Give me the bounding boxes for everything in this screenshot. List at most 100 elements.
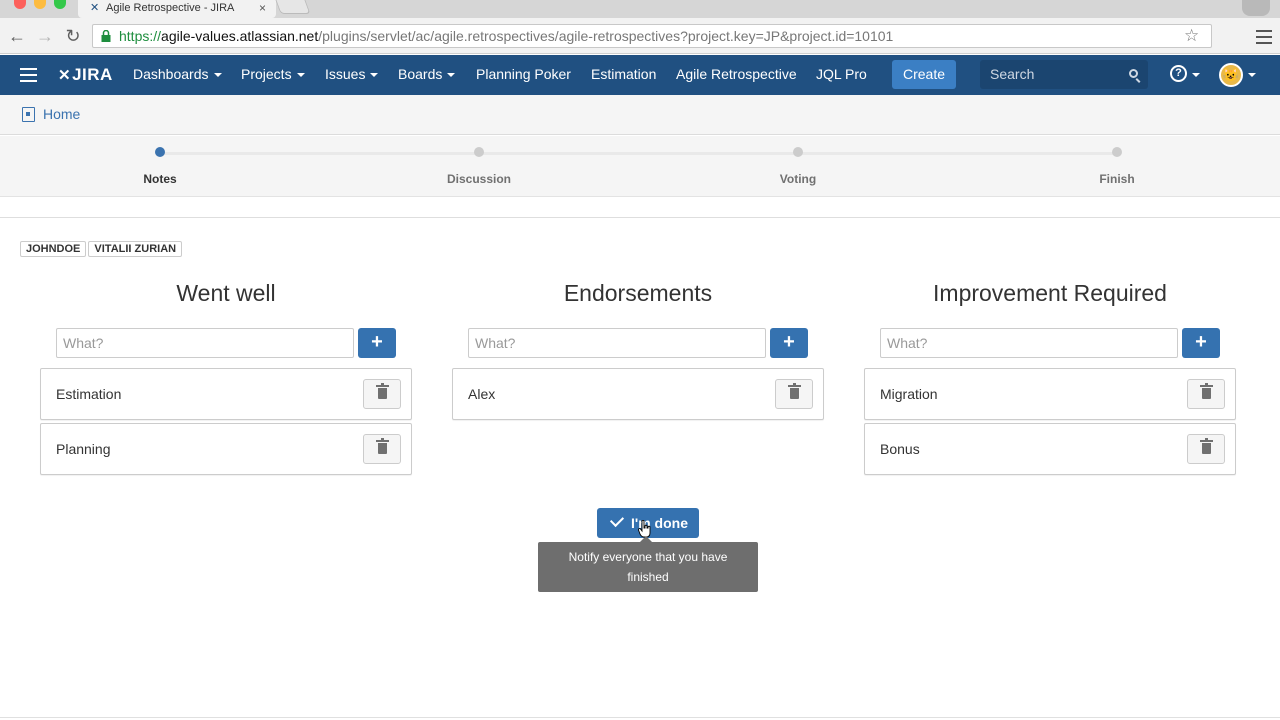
search-input[interactable]: Search (980, 60, 1148, 89)
participant-tag: VITALII ZURIAN (88, 241, 183, 257)
step-discussion[interactable]: Discussion (399, 147, 559, 186)
stepper-track (160, 152, 1117, 155)
url-scheme: https:// (119, 28, 162, 44)
minimize-window-button[interactable] (34, 0, 46, 9)
column-title: Went well (176, 280, 276, 306)
jira-logo[interactable]: ✕JIRA (58, 64, 113, 87)
jira-favicon-icon: ✕ (90, 2, 100, 14)
trash-icon (788, 383, 801, 399)
step-dot (793, 147, 803, 157)
browser-menu-icon[interactable] (1256, 30, 1272, 48)
trash-icon (376, 383, 389, 399)
close-window-button[interactable] (14, 0, 26, 9)
help-icon[interactable]: ? (1170, 65, 1187, 82)
delete-note-button[interactable] (363, 434, 401, 464)
step-dot (155, 147, 165, 157)
note-input[interactable] (468, 328, 766, 358)
jira-logo-text: JIRA (72, 65, 113, 84)
participant-tag: JOHNDOE (20, 241, 87, 257)
trash-icon (376, 438, 389, 454)
search-icon (1129, 69, 1138, 78)
note-card: Alex (452, 368, 824, 420)
add-note-button[interactable]: + (358, 328, 396, 358)
nav-projects[interactable]: Projects (241, 55, 305, 95)
retrospective-stepper: Notes Discussion Voting Finish (0, 136, 1280, 197)
add-note-button[interactable]: + (1182, 328, 1220, 358)
step-notes[interactable]: Notes (80, 147, 240, 186)
check-icon (609, 512, 625, 528)
browser-tab[interactable]: ✕ Agile Retrospective - JIRA × (78, 0, 276, 18)
chevron-down-icon (447, 73, 456, 78)
column-title: Improvement Required (933, 280, 1167, 306)
delete-note-button[interactable] (1187, 434, 1225, 464)
add-note-row: + (452, 328, 824, 358)
home-link[interactable]: Home (43, 106, 80, 122)
nav-boards-label: Boards (398, 66, 443, 82)
column-improvement-required: Improvement Required + Migration Bonus (864, 278, 1236, 478)
browser-tabstrip: ✕ Agile Retrospective - JIRA × (0, 0, 1280, 18)
note-text: Planning (56, 441, 111, 457)
note-text: Alex (468, 386, 496, 402)
note-input[interactable] (56, 328, 354, 358)
divider (0, 217, 1280, 218)
avatar[interactable]: 😺 (1219, 63, 1243, 87)
participants-list: JOHNDOE VITALII ZURIAN (20, 241, 184, 257)
note-card: Migration (864, 368, 1236, 420)
browser-profile-icon[interactable] (1242, 0, 1270, 16)
column-endorsements: Endorsements + Alex (452, 278, 824, 423)
bookmark-star-icon[interactable]: ☆ (1184, 25, 1199, 47)
delete-note-button[interactable] (1187, 379, 1225, 409)
step-label: Finish (1099, 172, 1135, 186)
step-dot (1112, 147, 1122, 157)
tooltip: Notify everyone that you have finished (538, 536, 758, 592)
search-placeholder: Search (990, 66, 1035, 82)
note-text: Bonus (880, 441, 920, 457)
help-chevron-down-icon[interactable] (1192, 73, 1200, 77)
nav-agile-retrospective[interactable]: Agile Retrospective (676, 55, 797, 95)
note-list: Alex (452, 368, 824, 420)
step-finish[interactable]: Finish (1037, 147, 1197, 186)
note-card: Bonus (864, 423, 1236, 475)
note-text: Migration (880, 386, 938, 402)
address-bar[interactable]: https://agile-values.atlassian.net/plugi… (92, 24, 1212, 48)
nav-estimation[interactable]: Estimation (591, 55, 656, 95)
add-note-row: + (864, 328, 1236, 358)
delete-note-button[interactable] (775, 379, 813, 409)
trash-icon (1200, 383, 1213, 399)
footer-divider (0, 717, 1280, 718)
note-input[interactable] (880, 328, 1178, 358)
nav-issues-label: Issues (325, 66, 366, 82)
jira-header: ✕JIRA Dashboards Projects Issues Boards … (0, 55, 1280, 95)
nav-jql-pro[interactable]: JQL Pro (816, 55, 867, 95)
reload-icon[interactable]: ↻ (62, 25, 84, 47)
note-list: Migration Bonus (864, 368, 1236, 475)
forward-icon[interactable]: → (34, 25, 56, 47)
avatar-chevron-down-icon[interactable] (1248, 73, 1256, 77)
nav-dashboards-label: Dashboards (133, 66, 209, 82)
tab-close-icon[interactable]: × (259, 1, 266, 15)
nav-issues[interactable]: Issues (325, 55, 379, 95)
nav-dashboards[interactable]: Dashboards (133, 55, 222, 95)
chevron-down-icon (213, 73, 222, 78)
nav-boards[interactable]: Boards (398, 55, 456, 95)
url-path: /plugins/servlet/ac/agile.retrospectives… (318, 28, 894, 44)
add-note-button[interactable]: + (770, 328, 808, 358)
create-button[interactable]: Create (892, 60, 956, 89)
add-note-row: + (40, 328, 412, 358)
url-host: agile-values.atlassian.net (161, 28, 319, 44)
nav-planning-poker[interactable]: Planning Poker (476, 55, 571, 95)
tab-title: Agile Retrospective - JIRA (106, 2, 235, 14)
step-label: Voting (779, 172, 817, 186)
maximize-window-button[interactable] (54, 0, 66, 9)
note-list: Estimation Planning (40, 368, 412, 475)
new-tab-button[interactable] (275, 0, 311, 14)
step-voting[interactable]: Voting (718, 147, 878, 186)
column-title: Endorsements (563, 280, 713, 306)
column-went-well: Went well + Estimation Planning (40, 278, 412, 478)
breadcrumb: Home (0, 95, 1280, 135)
note-card: Estimation (40, 368, 412, 420)
back-icon[interactable]: ← (6, 25, 28, 47)
hamburger-menu-icon[interactable] (20, 68, 37, 86)
step-label: Notes (143, 172, 177, 186)
delete-note-button[interactable] (363, 379, 401, 409)
